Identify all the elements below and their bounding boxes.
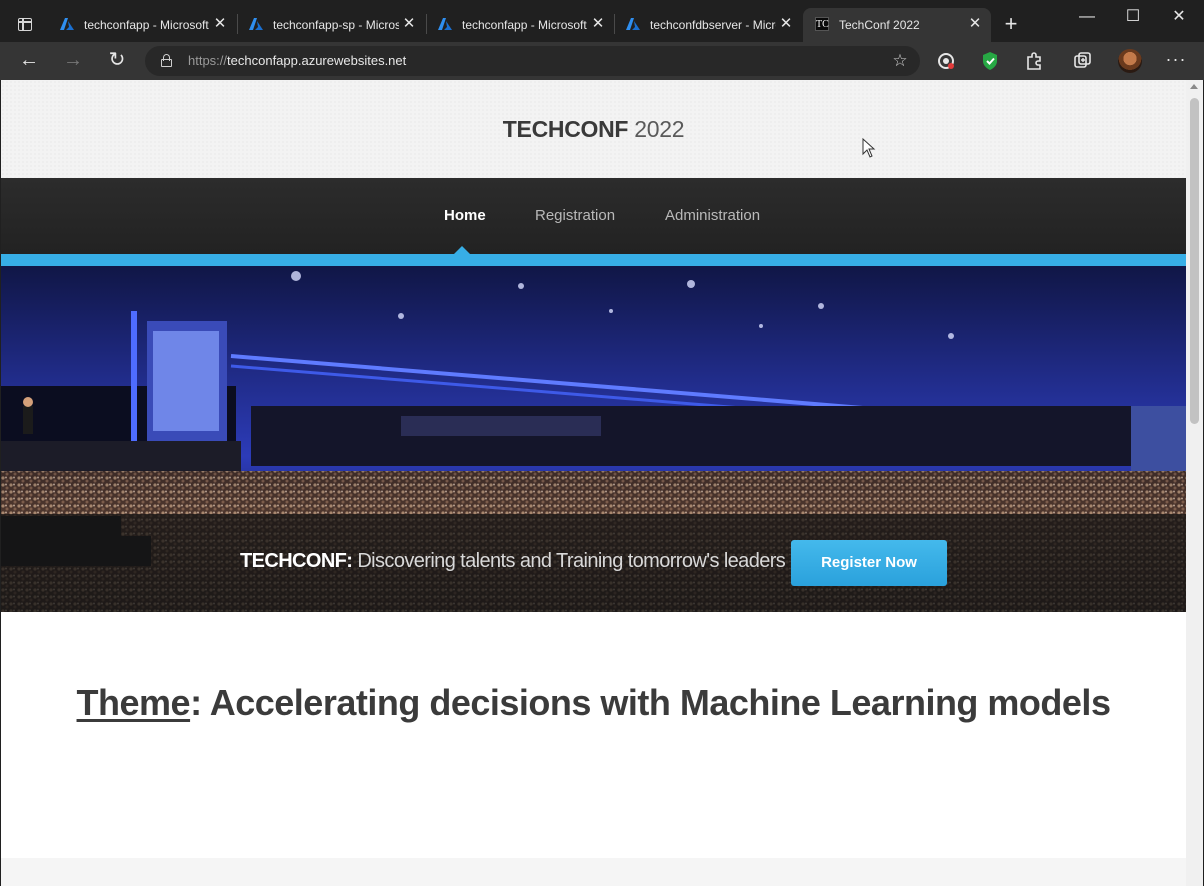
site-nav: Home Registration Administration (1, 178, 1186, 254)
tab-title: techconfapp - Microsoft Azure (462, 18, 588, 32)
tab-title: techconfdbserver - Microsoft Azure (650, 18, 776, 32)
hero-brand: TECHCONF: (240, 550, 353, 572)
accent-rule (1, 254, 1186, 266)
browser-tab[interactable]: techconfapp-sp - Microsoft Azure ✕ (237, 8, 425, 42)
hero-tagline-text: Discovering talents and Training tomorro… (352, 550, 786, 572)
maximize-button[interactable]: ☐ (1110, 4, 1156, 30)
collections-icon[interactable] (1073, 51, 1093, 71)
azure-icon (626, 18, 640, 30)
tc-icon: TC (815, 17, 829, 31)
theme-label: Theme (76, 682, 191, 723)
browser-tab-bar: techconfapp - Microsoft Azure ✕ techconf… (0, 0, 1204, 42)
tab-close-icon[interactable]: ✕ (212, 16, 228, 32)
mouse-cursor-icon (862, 138, 876, 158)
extensions-puzzle-icon[interactable] (1024, 51, 1044, 71)
hero-banner: TECHCONF: Discovering talents and Traini… (1, 266, 1186, 612)
shield-extension-icon[interactable] (980, 51, 1000, 71)
register-now-button[interactable]: Register Now (791, 540, 947, 586)
tab-close-icon[interactable]: ✕ (778, 16, 794, 32)
logo-year: 2022 (628, 116, 685, 142)
profile-avatar[interactable] (1118, 49, 1142, 73)
add-favorite-icon[interactable]: ☆ (890, 51, 910, 71)
content-bottom-strip (1, 858, 1186, 886)
tab-title: techconfapp-sp - Microsoft Azure (273, 18, 399, 32)
azure-icon (438, 18, 452, 30)
page-viewport: TECHCONF 2022 Home Registration Administ… (1, 80, 1186, 886)
url-host: techconfapp.azurewebsites.net (227, 53, 407, 68)
site-header: TECHCONF 2022 (1, 80, 1186, 178)
hero-tagline: TECHCONF: Discovering talents and Traini… (240, 550, 786, 573)
close-window-button[interactable]: ✕ (1156, 4, 1202, 30)
address-bar[interactable]: https://techconfapp.azurewebsites.net ☆ (145, 46, 920, 76)
logo-strong: TECHCONF (502, 116, 629, 142)
new-tab-button[interactable]: + (1000, 13, 1022, 35)
browser-tab-active[interactable]: TC TechConf 2022 ✕ (803, 8, 991, 42)
tab-actions-icon (18, 18, 32, 31)
tab-close-icon[interactable]: ✕ (590, 16, 606, 32)
tab-close-icon[interactable]: ✕ (401, 16, 417, 32)
nav-registration[interactable]: Registration (535, 207, 615, 224)
url-text[interactable]: https://techconfapp.azurewebsites.net (188, 53, 406, 68)
tab-actions-button[interactable] (12, 13, 38, 37)
lock-icon[interactable] (161, 54, 172, 67)
refresh-button[interactable]: ↻ (105, 49, 129, 73)
azure-icon (60, 18, 74, 30)
theme-heading: Theme: Accelerating decisions with Machi… (1, 668, 1186, 738)
back-button[interactable]: ← (17, 49, 41, 73)
scrollbar-thumb[interactable] (1190, 98, 1199, 424)
tab-close-icon[interactable]: ✕ (967, 16, 983, 32)
extension-tracker-icon[interactable] (936, 51, 956, 71)
forward-button[interactable]: → (61, 49, 85, 73)
minimize-button[interactable]: — (1064, 4, 1110, 30)
azure-icon (249, 18, 263, 30)
theme-text: : Accelerating decisions with Machine Le… (190, 682, 1111, 723)
more-menu-icon[interactable]: ··· (1164, 50, 1188, 72)
scroll-up-arrow-icon[interactable] (1190, 84, 1198, 89)
nav-home[interactable]: Home (444, 207, 486, 224)
site-logo[interactable]: TECHCONF 2022 (1, 116, 1186, 143)
nav-administration[interactable]: Administration (665, 207, 760, 224)
browser-toolbar: ← → ↻ https://techconfapp.azurewebsites.… (0, 42, 1204, 80)
page-scrollbar[interactable] (1186, 80, 1203, 886)
url-scheme: https:// (188, 53, 228, 68)
browser-tab[interactable]: techconfdbserver - Microsoft Azure ✕ (614, 8, 802, 42)
tab-title: techconfapp - Microsoft Azure (84, 18, 210, 32)
browser-tab[interactable]: techconfapp - Microsoft Azure ✕ (426, 8, 614, 42)
browser-tab[interactable]: techconfapp - Microsoft Azure ✕ (48, 8, 236, 42)
tab-title: TechConf 2022 (839, 18, 920, 32)
